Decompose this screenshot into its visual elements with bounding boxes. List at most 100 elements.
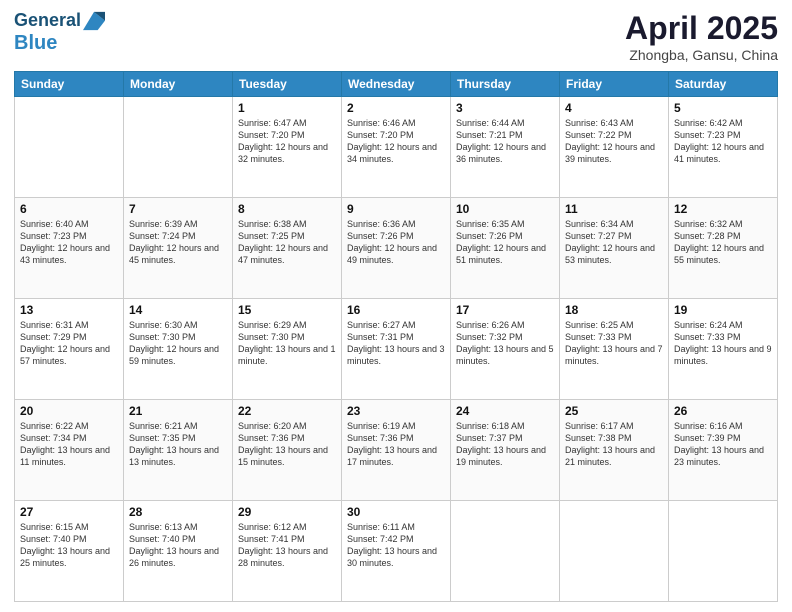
day-info: Sunrise: 6:43 AM Sunset: 7:22 PM Dayligh… — [565, 117, 663, 166]
day-number: 17 — [456, 303, 554, 317]
calendar-cell: 7 Sunrise: 6:39 AM Sunset: 7:24 PM Daylig… — [124, 198, 233, 299]
calendar-cell: 10 Sunrise: 6:35 AM Sunset: 7:26 PM Dayli… — [451, 198, 560, 299]
day-number: 9 — [347, 202, 445, 216]
day-info: Sunrise: 6:30 AM Sunset: 7:30 PM Dayligh… — [129, 319, 227, 368]
calendar-cell: 4 Sunrise: 6:43 AM Sunset: 7:22 PM Daylig… — [560, 97, 669, 198]
calendar-cell: 18Sunrise: 6:25 AM Sunset: 7:33 PM Dayli… — [560, 299, 669, 400]
calendar-cell: 9 Sunrise: 6:36 AM Sunset: 7:26 PM Daylig… — [342, 198, 451, 299]
day-number: 25 — [565, 404, 663, 418]
day-number: 11 — [565, 202, 663, 216]
weekday-header: Thursday — [451, 72, 560, 97]
weekday-header: Saturday — [669, 72, 778, 97]
calendar-week-row: 6Sunrise: 6:40 AM Sunset: 7:23 PM Daylig… — [15, 198, 778, 299]
day-number: 12 — [674, 202, 772, 216]
logo-icon — [83, 10, 105, 32]
calendar-cell: 20 Sunrise: 6:22 AM Sunset: 7:34 PM Dayli… — [15, 400, 124, 501]
calendar-week-row: 20 Sunrise: 6:22 AM Sunset: 7:34 PM Dayli… — [15, 400, 778, 501]
day-info: Sunrise: 6:12 AM Sunset: 7:41 PM Dayligh… — [238, 521, 336, 570]
day-info: Sunrise: 6:36 AM Sunset: 7:26 PM Dayligh… — [347, 218, 445, 267]
calendar-cell: 5Sunrise: 6:42 AM Sunset: 7:23 PM Daylig… — [669, 97, 778, 198]
day-info: Sunrise: 6:16 AM Sunset: 7:39 PM Dayligh… — [674, 420, 772, 469]
day-number: 13 — [20, 303, 118, 317]
subtitle: Zhongba, Gansu, China — [625, 47, 778, 63]
day-info: Sunrise: 6:19 AM Sunset: 7:36 PM Dayligh… — [347, 420, 445, 469]
calendar-cell — [669, 501, 778, 602]
calendar-cell: 17 Sunrise: 6:26 AM Sunset: 7:32 PM Dayli… — [451, 299, 560, 400]
calendar-cell: 6Sunrise: 6:40 AM Sunset: 7:23 PM Daylig… — [15, 198, 124, 299]
day-info: Sunrise: 6:35 AM Sunset: 7:26 PM Dayligh… — [456, 218, 554, 267]
day-info: Sunrise: 6:26 AM Sunset: 7:32 PM Dayligh… — [456, 319, 554, 368]
calendar-cell — [124, 97, 233, 198]
day-number: 2 — [347, 101, 445, 115]
day-info: Sunrise: 6:32 AM Sunset: 7:28 PM Dayligh… — [674, 218, 772, 267]
day-info: Sunrise: 6:31 AM Sunset: 7:29 PM Dayligh… — [20, 319, 118, 368]
calendar-table: SundayMondayTuesdayWednesdayThursdayFrid… — [14, 71, 778, 602]
calendar-cell: 19Sunrise: 6:24 AM Sunset: 7:33 PM Dayli… — [669, 299, 778, 400]
day-number: 1 — [238, 101, 336, 115]
day-info: Sunrise: 6:24 AM Sunset: 7:33 PM Dayligh… — [674, 319, 772, 368]
day-number: 23 — [347, 404, 445, 418]
month-title: April 2025 — [625, 10, 778, 47]
calendar-cell: 23 Sunrise: 6:19 AM Sunset: 7:36 PM Dayli… — [342, 400, 451, 501]
day-number: 16 — [347, 303, 445, 317]
calendar-cell: 24 Sunrise: 6:18 AM Sunset: 7:37 PM Dayli… — [451, 400, 560, 501]
calendar-cell: 1 Sunrise: 6:47 AM Sunset: 7:20 PM Daylig… — [233, 97, 342, 198]
weekday-header: Tuesday — [233, 72, 342, 97]
day-number: 20 — [20, 404, 118, 418]
calendar-cell: 21 Sunrise: 6:21 AM Sunset: 7:35 PM Dayli… — [124, 400, 233, 501]
calendar-cell — [451, 501, 560, 602]
day-number: 28 — [129, 505, 227, 519]
calendar-cell — [560, 501, 669, 602]
calendar-cell: 16Sunrise: 6:27 AM Sunset: 7:31 PM Dayli… — [342, 299, 451, 400]
day-number: 30 — [347, 505, 445, 519]
logo-blue: Blue — [14, 32, 57, 54]
calendar-cell: 8 Sunrise: 6:38 AM Sunset: 7:25 PM Daylig… — [233, 198, 342, 299]
day-number: 21 — [129, 404, 227, 418]
calendar-week-row: 1 Sunrise: 6:47 AM Sunset: 7:20 PM Daylig… — [15, 97, 778, 198]
weekday-header: Friday — [560, 72, 669, 97]
day-number: 10 — [456, 202, 554, 216]
day-info: Sunrise: 6:38 AM Sunset: 7:25 PM Dayligh… — [238, 218, 336, 267]
weekday-header: Sunday — [15, 72, 124, 97]
day-info: Sunrise: 6:39 AM Sunset: 7:24 PM Dayligh… — [129, 218, 227, 267]
day-info: Sunrise: 6:15 AM Sunset: 7:40 PM Dayligh… — [20, 521, 118, 570]
day-info: Sunrise: 6:29 AM Sunset: 7:30 PM Dayligh… — [238, 319, 336, 368]
day-number: 4 — [565, 101, 663, 115]
day-info: Sunrise: 6:34 AM Sunset: 7:27 PM Dayligh… — [565, 218, 663, 267]
day-number: 6 — [20, 202, 118, 216]
day-info: Sunrise: 6:11 AM Sunset: 7:42 PM Dayligh… — [347, 521, 445, 570]
calendar-cell: 3 Sunrise: 6:44 AM Sunset: 7:21 PM Daylig… — [451, 97, 560, 198]
calendar-cell: 28 Sunrise: 6:13 AM Sunset: 7:40 PM Dayli… — [124, 501, 233, 602]
calendar-cell: 29 Sunrise: 6:12 AM Sunset: 7:41 PM Dayli… — [233, 501, 342, 602]
day-number: 8 — [238, 202, 336, 216]
day-info: Sunrise: 6:44 AM Sunset: 7:21 PM Dayligh… — [456, 117, 554, 166]
calendar-cell: 27Sunrise: 6:15 AM Sunset: 7:40 PM Dayli… — [15, 501, 124, 602]
day-info: Sunrise: 6:13 AM Sunset: 7:40 PM Dayligh… — [129, 521, 227, 570]
day-number: 14 — [129, 303, 227, 317]
day-info: Sunrise: 6:22 AM Sunset: 7:34 PM Dayligh… — [20, 420, 118, 469]
day-info: Sunrise: 6:42 AM Sunset: 7:23 PM Dayligh… — [674, 117, 772, 166]
calendar-cell — [15, 97, 124, 198]
day-number: 7 — [129, 202, 227, 216]
logo: General Blue — [14, 10, 105, 54]
calendar-week-row: 27Sunrise: 6:15 AM Sunset: 7:40 PM Dayli… — [15, 501, 778, 602]
weekday-header-row: SundayMondayTuesdayWednesdayThursdayFrid… — [15, 72, 778, 97]
day-info: Sunrise: 6:47 AM Sunset: 7:20 PM Dayligh… — [238, 117, 336, 166]
day-info: Sunrise: 6:21 AM Sunset: 7:35 PM Dayligh… — [129, 420, 227, 469]
calendar-cell: 2 Sunrise: 6:46 AM Sunset: 7:20 PM Daylig… — [342, 97, 451, 198]
calendar-cell: 11 Sunrise: 6:34 AM Sunset: 7:27 PM Dayli… — [560, 198, 669, 299]
day-info: Sunrise: 6:46 AM Sunset: 7:20 PM Dayligh… — [347, 117, 445, 166]
day-info: Sunrise: 6:25 AM Sunset: 7:33 PM Dayligh… — [565, 319, 663, 368]
calendar-cell: 14 Sunrise: 6:30 AM Sunset: 7:30 PM Dayli… — [124, 299, 233, 400]
day-number: 3 — [456, 101, 554, 115]
day-number: 26 — [674, 404, 772, 418]
day-info: Sunrise: 6:18 AM Sunset: 7:37 PM Dayligh… — [456, 420, 554, 469]
day-info: Sunrise: 6:20 AM Sunset: 7:36 PM Dayligh… — [238, 420, 336, 469]
calendar-cell: 15Sunrise: 6:29 AM Sunset: 7:30 PM Dayli… — [233, 299, 342, 400]
day-number: 24 — [456, 404, 554, 418]
weekday-header: Wednesday — [342, 72, 451, 97]
page: General Blue April 2025 Zhongba, Gansu, … — [0, 0, 792, 612]
logo-text: General — [14, 11, 81, 31]
calendar-cell: 13 Sunrise: 6:31 AM Sunset: 7:29 PM Dayli… — [15, 299, 124, 400]
day-number: 29 — [238, 505, 336, 519]
